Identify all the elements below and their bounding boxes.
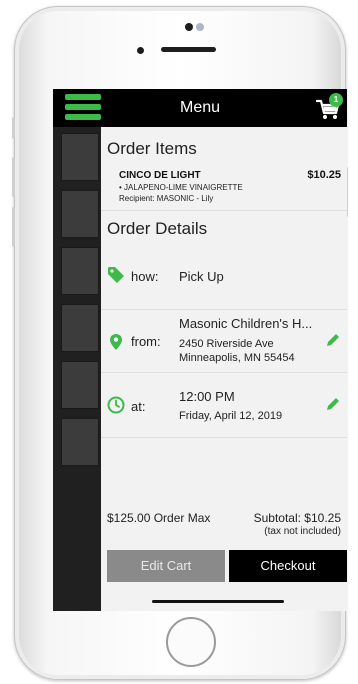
map-pin-icon bbox=[110, 334, 122, 350]
side-menu-item[interactable] bbox=[61, 190, 99, 238]
light-sensor bbox=[196, 23, 204, 31]
item-modifier: • JALAPENO-LIME VINAIGRETTE bbox=[119, 183, 243, 192]
edit-cart-button[interactable]: Edit Cart bbox=[107, 550, 225, 582]
checkout-button[interactable]: Checkout bbox=[229, 550, 347, 582]
side-menu-item[interactable] bbox=[61, 304, 99, 352]
home-indicator bbox=[152, 600, 284, 603]
divider bbox=[101, 372, 347, 373]
phone-frame: Menu 1 Order Items CINCO DE LIGHT $10.25… bbox=[12, 6, 348, 680]
edit-location-pencil-icon[interactable] bbox=[325, 332, 341, 348]
front-camera bbox=[137, 47, 144, 54]
order-panel: Order Items CINCO DE LIGHT $10.25 • JALA… bbox=[101, 127, 347, 611]
pickup-date: Friday, April 12, 2019 bbox=[179, 410, 283, 422]
tag-icon bbox=[108, 267, 124, 283]
divider bbox=[101, 309, 347, 310]
divider bbox=[101, 437, 347, 438]
pickup-time: 12:00 PM bbox=[179, 389, 235, 404]
tax-note: (tax not included) bbox=[264, 526, 341, 537]
volume-down-button bbox=[12, 207, 15, 247]
item-price: $10.25 bbox=[307, 169, 341, 181]
app-screen: Menu 1 Order Items CINCO DE LIGHT $10.25… bbox=[53, 89, 347, 611]
proximity-sensor bbox=[185, 23, 193, 31]
home-button[interactable] bbox=[166, 617, 216, 667]
clock-icon bbox=[107, 396, 125, 414]
cart-button[interactable]: 1 bbox=[315, 93, 345, 124]
edit-time-pencil-icon[interactable] bbox=[325, 396, 341, 412]
at-label: at: bbox=[131, 399, 146, 414]
how-value: Pick Up bbox=[179, 269, 224, 284]
volume-up-button bbox=[12, 157, 15, 197]
navbar-title: Menu bbox=[179, 99, 221, 116]
from-label: from: bbox=[131, 334, 161, 349]
how-label: how: bbox=[131, 269, 159, 284]
side-menu-item[interactable] bbox=[61, 247, 99, 295]
side-menu-item[interactable] bbox=[61, 361, 99, 409]
side-menu-rail bbox=[53, 127, 101, 611]
side-menu-item[interactable] bbox=[61, 418, 99, 466]
earpiece-speaker bbox=[161, 47, 216, 52]
order-details-title: Order Details bbox=[107, 219, 208, 238]
order-max-text: $125.00 Order Max bbox=[107, 511, 211, 525]
top-navbar: Menu 1 bbox=[53, 89, 347, 127]
from-address-line2: Minneapolis, MN 55454 bbox=[179, 352, 295, 364]
divider bbox=[101, 210, 347, 211]
cart-count-badge: 1 bbox=[329, 93, 343, 107]
subtotal-text: Subtotal: $10.25 bbox=[253, 511, 341, 525]
item-name: CINCO DE LIGHT bbox=[119, 170, 201, 181]
from-location-name: Masonic Children's H... bbox=[179, 316, 313, 331]
side-menu-item[interactable] bbox=[61, 133, 99, 181]
mute-switch bbox=[12, 117, 15, 139]
from-address-line1: 2450 Riverside Ave bbox=[179, 338, 274, 350]
item-recipient: Recipient: MASONIC - Lily bbox=[119, 194, 214, 203]
order-items-title: Order Items bbox=[107, 139, 197, 158]
